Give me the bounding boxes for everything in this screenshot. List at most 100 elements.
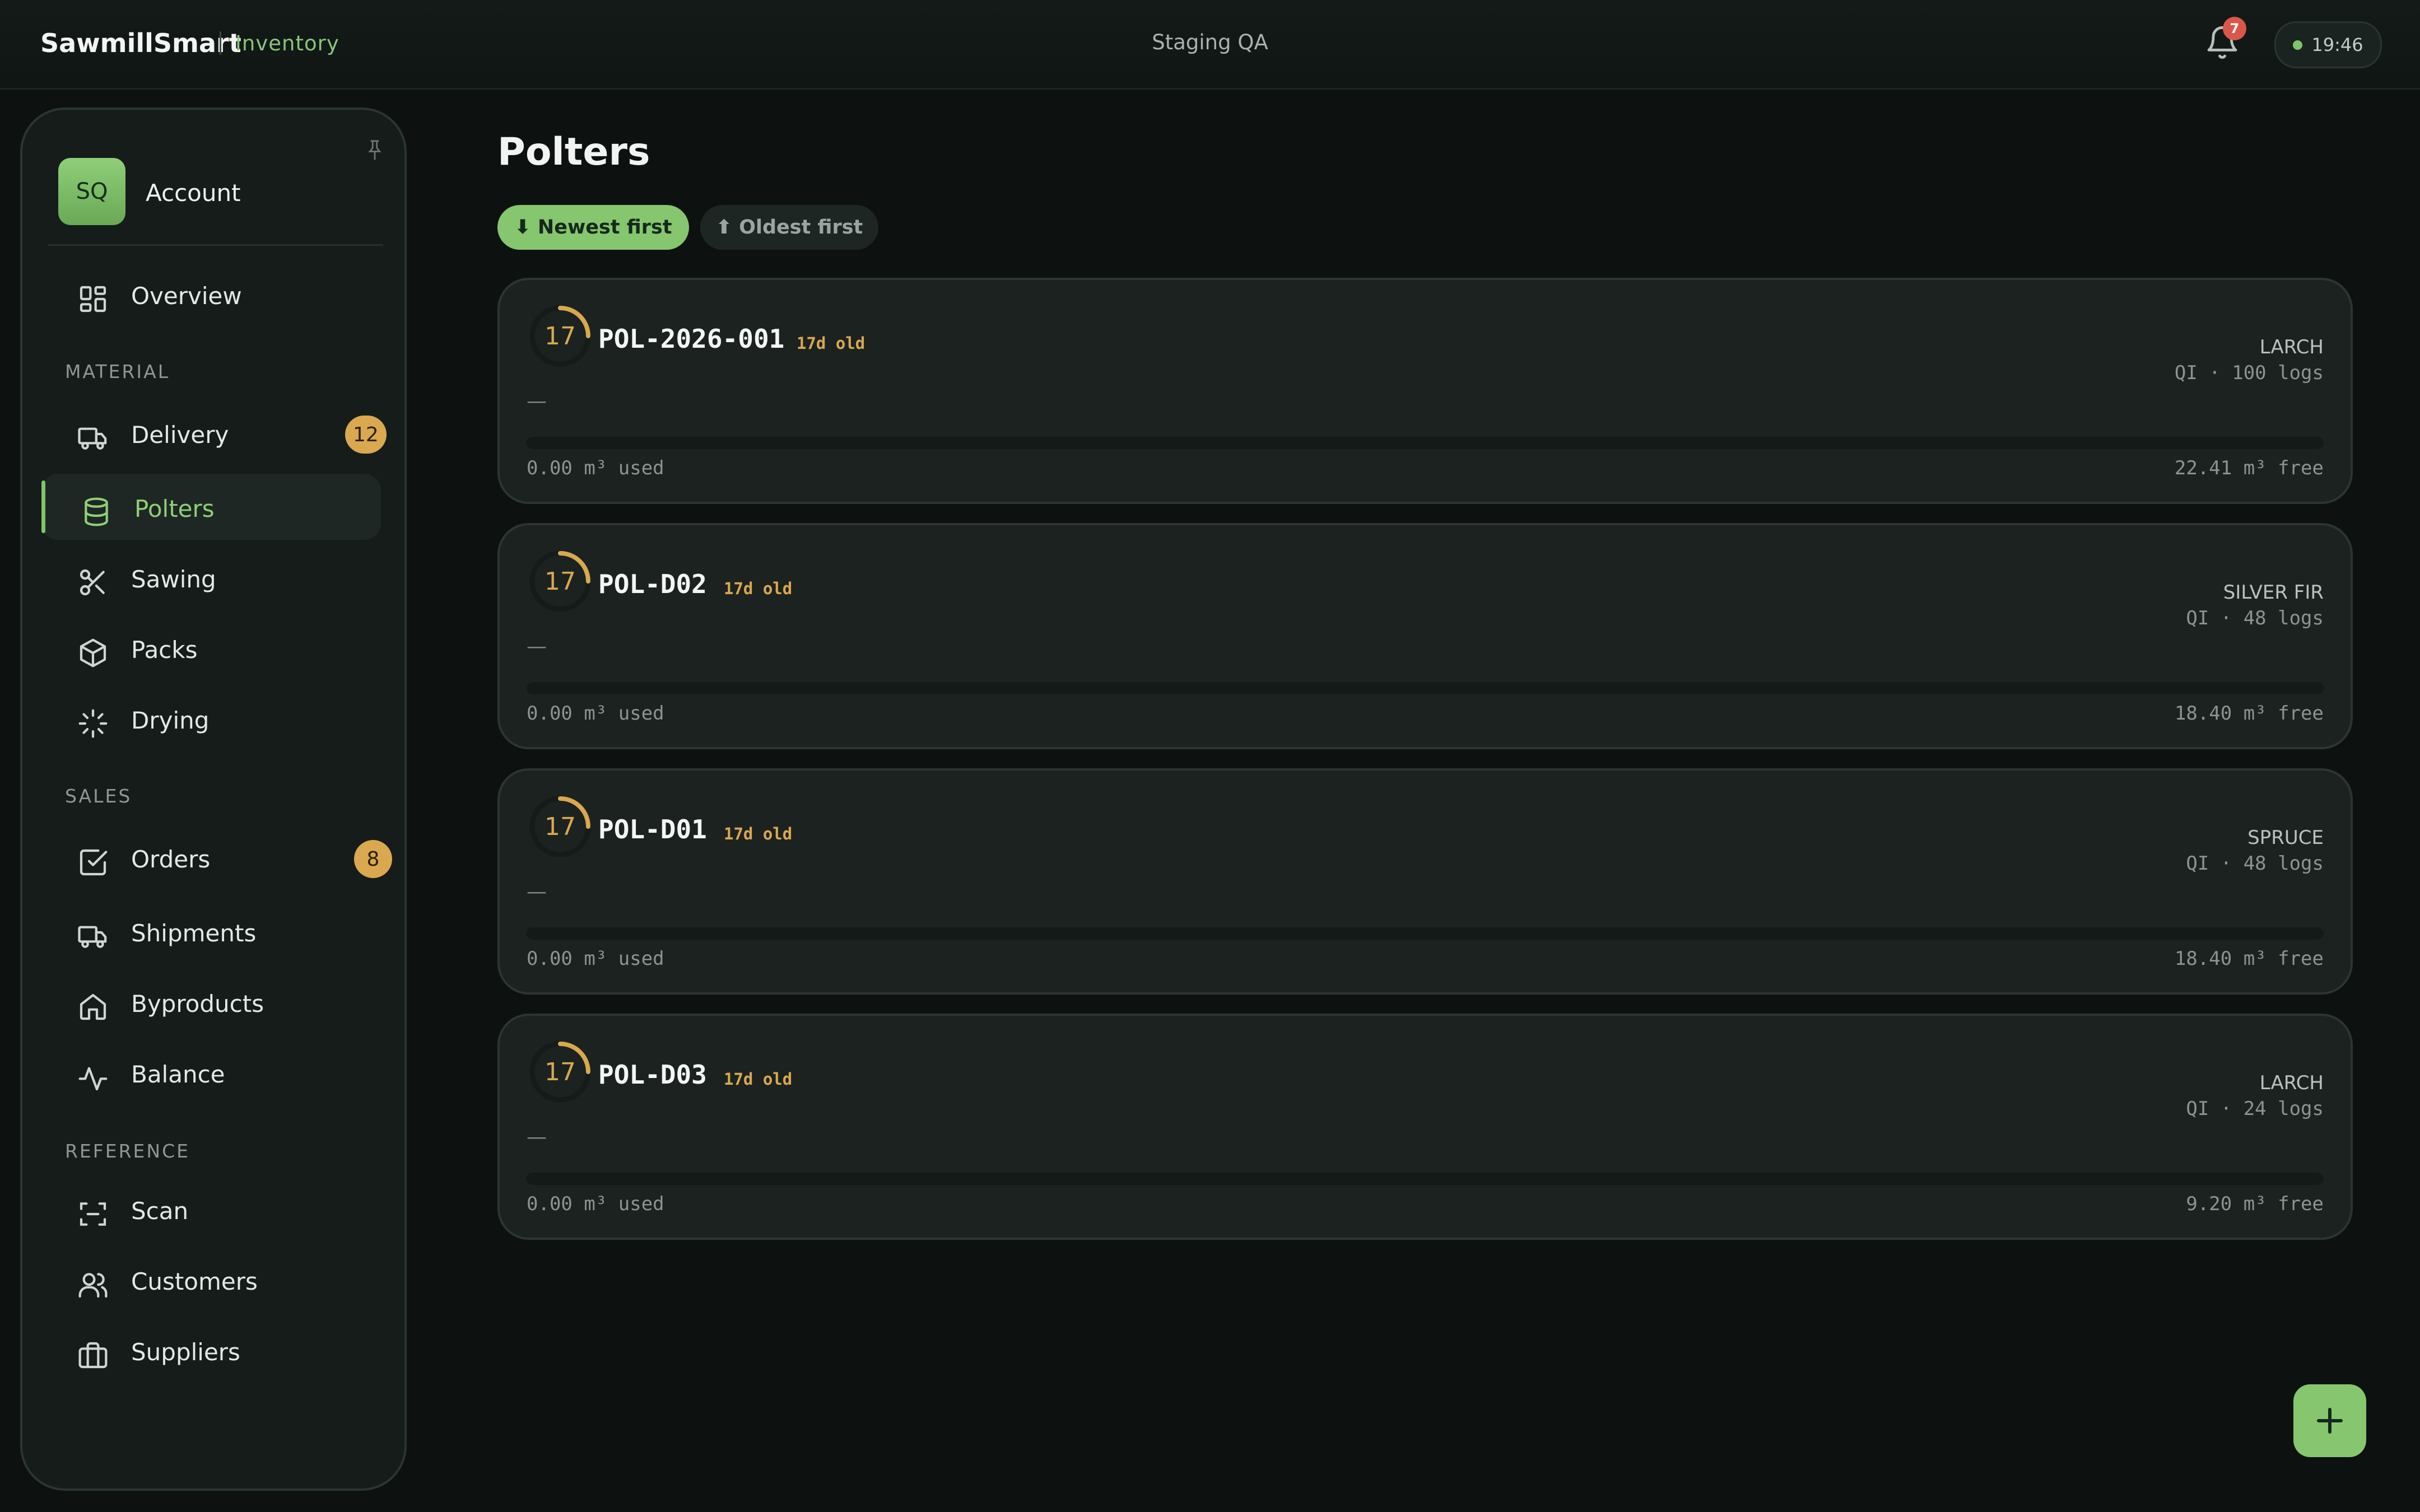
page-title: Polters xyxy=(497,130,650,174)
account-button[interactable]: SQ Account xyxy=(58,158,372,226)
sidebar-item-delivery[interactable]: Delivery 12 xyxy=(41,400,387,466)
volume-progress-bar xyxy=(527,682,2324,694)
orders-count-badge: 8 xyxy=(354,840,392,878)
free-volume: 18.40 m³ free xyxy=(2174,948,2324,970)
check-square-icon xyxy=(80,849,108,876)
delivery-count-badge: 12 xyxy=(345,416,387,454)
sort-newest-button[interactable]: ⬇ Newest first xyxy=(497,205,689,250)
quality-log-count: QI · 24 logs xyxy=(2186,1098,2324,1120)
volume-progress-bar xyxy=(527,437,2324,449)
truck-icon xyxy=(78,926,107,948)
used-volume: 0.00 m³ used xyxy=(527,457,664,479)
sidebar-item-drying[interactable]: Drying xyxy=(41,685,381,752)
notification-badge: 7 xyxy=(2223,17,2246,40)
sidebar-item-label: Suppliers xyxy=(131,1338,240,1366)
species-label: LARCH xyxy=(2259,1072,2324,1094)
users-icon xyxy=(78,1273,108,1298)
environment-label: Staging QA xyxy=(1152,30,1268,54)
age-days: 17 xyxy=(544,1057,576,1086)
species-label: SILVER FIR xyxy=(2223,581,2324,604)
section-heading-reference: REFERENCE xyxy=(65,1140,190,1162)
sidebar-item-label: Packs xyxy=(131,636,198,664)
sidebar-item-label: Delivery xyxy=(131,421,229,449)
plus-icon xyxy=(2317,1408,2343,1434)
sidebar-item-overview[interactable]: Overview xyxy=(41,261,381,327)
add-polter-button[interactable] xyxy=(2293,1384,2366,1457)
scan-icon xyxy=(80,1202,106,1226)
divider xyxy=(48,244,383,246)
sidebar-item-label: Orders xyxy=(131,846,211,873)
age-days: 17 xyxy=(544,812,576,841)
sidebar-item-sawing[interactable]: Sawing xyxy=(41,544,381,610)
home-icon xyxy=(80,993,106,1020)
sidebar-item-byproducts[interactable]: Byproducts xyxy=(41,969,381,1035)
sidebar-item-scan[interactable]: Scan xyxy=(41,1176,381,1242)
species-label: LARCH xyxy=(2259,336,2324,358)
status-clock[interactable]: 19:46 xyxy=(2274,21,2382,68)
quality-log-count: QI · 48 logs xyxy=(2186,607,2324,629)
status-dot xyxy=(2293,40,2303,50)
sidebar-item-orders[interactable]: Orders 8 xyxy=(41,824,392,890)
age-badge: 17d old xyxy=(724,824,793,843)
polter-id: POL-2026-001 xyxy=(598,324,785,354)
sidebar-item-label: Overview xyxy=(131,282,242,310)
quality-log-count: QI · 48 logs xyxy=(2186,852,2324,875)
sidebar: SQ Account Overview MATERIAL Delivery 12… xyxy=(20,108,407,1491)
polter-id: POL-D03 xyxy=(598,1060,707,1090)
sidebar-item-shipments[interactable]: Shipments xyxy=(41,898,381,964)
polter-card[interactable]: 17 POL-2026-001 17d old LARCH QI · 100 l… xyxy=(497,278,2353,504)
sidebar-item-suppliers[interactable]: Suppliers xyxy=(41,1317,381,1383)
quality-log-count: QI · 100 logs xyxy=(2174,362,2324,384)
polter-note: — xyxy=(527,390,547,413)
account-label: Account xyxy=(146,179,241,207)
sidebar-item-label: Polters xyxy=(134,495,215,522)
grid-icon xyxy=(80,286,106,312)
box-icon xyxy=(80,638,106,668)
species-label: SPRUCE xyxy=(2247,827,2324,849)
polter-id: POL-D01 xyxy=(598,814,707,844)
section-heading-material: MATERIAL xyxy=(65,361,170,382)
age-badge: 17d old xyxy=(797,334,865,353)
sidebar-item-label: Drying xyxy=(131,707,210,734)
age-badge: 17d old xyxy=(724,1070,793,1089)
sidebar-item-packs[interactable]: Packs xyxy=(41,615,381,681)
sidebar-item-label: Sawing xyxy=(131,566,216,593)
volume-progress-bar xyxy=(527,927,2324,940)
used-volume: 0.00 m³ used xyxy=(527,702,664,725)
polter-note: — xyxy=(527,1126,547,1149)
sidebar-item-balance[interactable]: Balance xyxy=(41,1039,381,1105)
free-volume: 22.41 m³ free xyxy=(2174,457,2324,479)
active-indicator xyxy=(41,480,45,533)
sidebar-item-customers[interactable]: Customers xyxy=(41,1247,381,1313)
loader-icon xyxy=(78,709,108,738)
sidebar-item-label: Balance xyxy=(131,1061,225,1088)
polter-card[interactable]: 17 POL-D01 17d old SPRUCE QI · 48 logs —… xyxy=(497,768,2353,995)
briefcase-icon xyxy=(78,1342,108,1369)
database-icon xyxy=(85,497,108,526)
free-volume: 9.20 m³ free xyxy=(2186,1193,2324,1215)
polter-card[interactable]: 17 POL-D03 17d old LARCH QI · 24 logs — … xyxy=(497,1014,2353,1240)
polter-note: — xyxy=(527,635,547,658)
sort-oldest-button[interactable]: ⬆ Oldest first xyxy=(700,205,878,250)
activity-icon xyxy=(78,1067,108,1091)
free-volume: 18.40 m³ free xyxy=(2174,702,2324,725)
truck-icon xyxy=(78,427,107,450)
polter-id: POL-D02 xyxy=(598,569,707,599)
section-heading-sales: SALES xyxy=(65,785,132,807)
polter-card[interactable]: 17 POL-D02 17d old SILVER FIR QI · 48 lo… xyxy=(497,523,2353,749)
used-volume: 0.00 m³ used xyxy=(527,948,664,970)
avatar: SQ xyxy=(58,158,125,225)
top-bar: SawmillSmart Inventory Staging QA 7 19:4… xyxy=(0,0,2420,90)
age-days: 17 xyxy=(544,321,576,351)
age-badge: 17d old xyxy=(724,579,793,598)
age-days: 17 xyxy=(544,567,576,596)
clock-time: 19:46 xyxy=(2311,34,2363,55)
sidebar-item-polters[interactable]: Polters xyxy=(41,474,381,540)
sidebar-item-label: Byproducts xyxy=(131,990,264,1018)
used-volume: 0.00 m³ used xyxy=(527,1193,664,1215)
volume-progress-bar xyxy=(527,1173,2324,1185)
polter-note: — xyxy=(527,880,547,903)
sidebar-item-label: Customers xyxy=(131,1268,258,1295)
sidebar-item-label: Scan xyxy=(131,1197,189,1225)
sidebar-item-label: Shipments xyxy=(131,920,257,947)
